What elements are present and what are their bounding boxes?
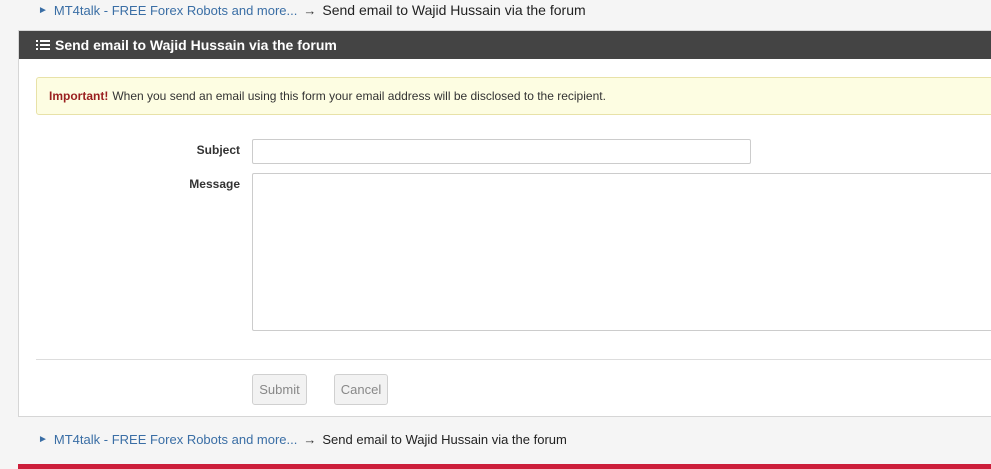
send-email-panel: Send email to Wajid Hussain via the foru… (18, 30, 991, 417)
breadcrumb-current: Send email to Wajid Hussain via the foru… (322, 432, 567, 447)
breadcrumb-home-link[interactable]: MT4talk - FREE Forex Robots and more... (54, 3, 297, 18)
important-notice: Important! When you send an email using … (36, 77, 991, 115)
subject-label: Subject (196, 143, 240, 157)
important-label: Important! (49, 89, 109, 103)
breadcrumb-bottom: ► MT4talk - FREE Forex Robots and more..… (38, 432, 567, 447)
panel-title: Send email to Wajid Hussain via the foru… (55, 37, 337, 53)
triangle-right-icon: ► (38, 434, 48, 445)
footer-accent-bar (18, 464, 991, 469)
notice-text: When you send an email using this form y… (112, 89, 606, 103)
breadcrumb-home-link[interactable]: MT4talk - FREE Forex Robots and more... (54, 432, 297, 447)
cancel-button[interactable]: Cancel (334, 374, 388, 405)
breadcrumb-arrow: → (303, 2, 317, 18)
breadcrumb-arrow: → (303, 432, 317, 447)
message-textarea[interactable] (252, 173, 991, 331)
breadcrumb-current: Send email to Wajid Hussain via the foru… (322, 2, 586, 18)
subject-input[interactable] (252, 139, 751, 164)
triangle-right-icon: ► (38, 4, 48, 16)
page: ► MT4talk - FREE Forex Robots and more..… (0, 0, 991, 469)
panel-header: Send email to Wajid Hussain via the foru… (19, 31, 991, 59)
submit-button[interactable]: Submit (252, 374, 307, 405)
list-icon (36, 40, 50, 50)
form-divider (36, 359, 991, 360)
breadcrumb-top: ► MT4talk - FREE Forex Robots and more..… (38, 2, 586, 18)
message-label: Message (189, 177, 240, 191)
